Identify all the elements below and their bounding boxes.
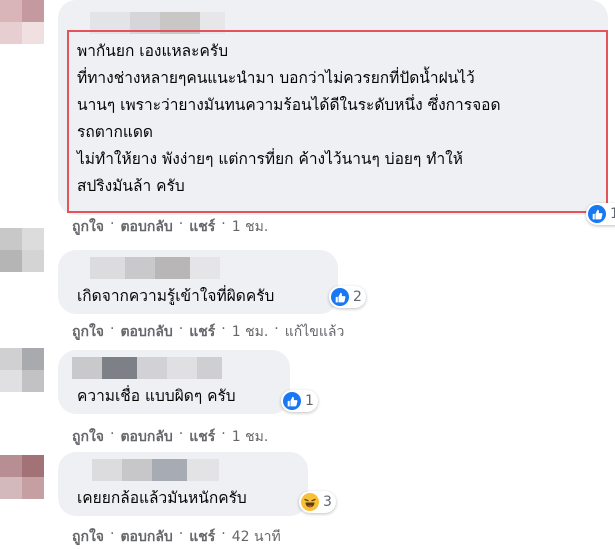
reply-link[interactable]: ตอบกลับ (120, 526, 172, 548)
like-link[interactable]: ถูกใจ (72, 321, 104, 343)
timestamp[interactable]: 1 ชม. (232, 426, 269, 448)
comment-line: สปริงมันล้า ครับ (77, 177, 185, 195)
comment-line: ที่ทางช่างหลายๆคนแนะนำมา บอกว่าไม่ควรยกท… (77, 69, 475, 87)
reply-link[interactable]: ตอบกลับ (120, 426, 172, 448)
reaction-count: 1 (305, 393, 314, 409)
share-link[interactable]: แชร์ (189, 526, 215, 548)
timestamp[interactable]: 1 ชม. (232, 321, 269, 343)
comment-actions: ถูกใจ · ตอบกลับ · แชร์ · 1 ชม. (72, 426, 268, 448)
comment-line: ไม่ทำให้ยาง พังง่ายๆ แต่การที่ยก ค้างไว้… (77, 150, 463, 168)
timestamp[interactable]: 1 ชม. (232, 216, 269, 238)
like-link[interactable]: ถูกใจ (72, 216, 104, 238)
comment-text: เคยยกล้อแล้วมันหนักครับ (77, 489, 247, 507)
share-link[interactable]: แชร์ (189, 216, 215, 238)
timestamp[interactable]: 42 นาที (232, 526, 281, 548)
comment-actions: ถูกใจ · ตอบกลับ · แชร์ · 1 ชม. · แก้ไขแล้ว (72, 321, 344, 343)
reaction-badge[interactable]: 2 (329, 286, 366, 308)
like-link[interactable]: ถูกใจ (72, 426, 104, 448)
author-name-blurred[interactable] (72, 357, 222, 379)
reaction-badge[interactable]: 1 (281, 390, 318, 412)
reply-link[interactable]: ตอบกลับ (120, 216, 172, 238)
like-link[interactable]: ถูกใจ (72, 526, 104, 548)
haha-icon (301, 493, 319, 511)
reaction-count: 3 (323, 494, 332, 510)
like-icon (331, 288, 349, 306)
edited-label: แก้ไขแล้ว (284, 324, 345, 340)
comment-text: ความเชื่อ แบบผิดๆ ครับ (77, 387, 236, 405)
avatar[interactable] (0, 455, 44, 499)
comment-line: พากันยก เองแหละครับ (77, 42, 229, 60)
comment-text: เกิดจากความรู้เข้าใจที่ผิดครับ (77, 287, 275, 305)
avatar[interactable] (0, 348, 44, 392)
reaction-count: 2 (353, 289, 362, 305)
avatar[interactable] (0, 228, 44, 272)
comment-line: รถตากแดด (77, 123, 153, 141)
avatar[interactable] (0, 0, 44, 44)
reaction-badge[interactable]: 13 (586, 203, 615, 225)
comment-actions: ถูกใจ · ตอบกลับ · แชร์ · 42 นาที (72, 526, 281, 548)
comment-line: นานๆ เพราะว่ายางมันทนความร้อนได้ดีในระดั… (77, 96, 501, 114)
share-link[interactable]: แชร์ (189, 426, 215, 448)
share-link[interactable]: แชร์ (189, 321, 215, 343)
author-name-blurred[interactable] (92, 459, 219, 481)
comment-actions: ถูกใจ · ตอบกลับ · แชร์ · 1 ชม. (72, 216, 268, 238)
reaction-badge[interactable]: 3 (299, 491, 336, 513)
author-name-blurred[interactable] (90, 257, 220, 279)
reply-link[interactable]: ตอบกลับ (120, 321, 172, 343)
reaction-count: 13 (610, 206, 615, 222)
like-icon (588, 205, 606, 223)
like-icon (283, 392, 301, 410)
